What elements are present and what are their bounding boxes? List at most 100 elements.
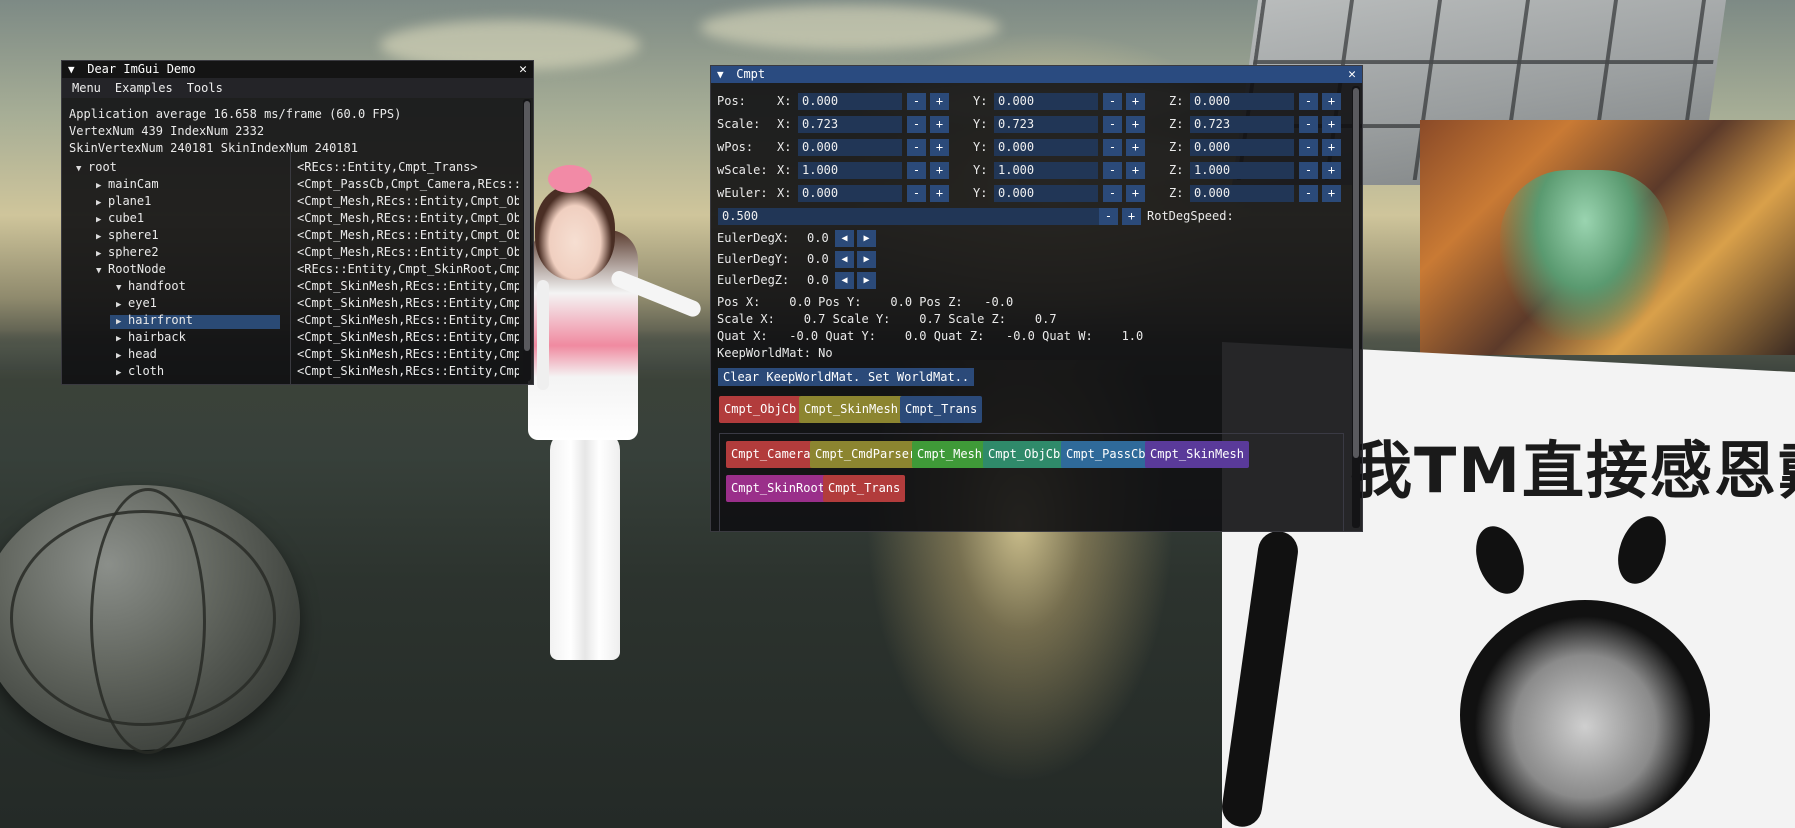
- weuler-y-minus-button[interactable]: -: [1103, 185, 1122, 202]
- collapse-arrow-icon[interactable]: ▼: [68, 61, 80, 78]
- close-icon[interactable]: ✕: [1348, 66, 1356, 83]
- column-divider[interactable]: [290, 141, 291, 384]
- tree-node-hairback[interactable]: ▶ hairback: [116, 330, 186, 344]
- tree-node-rootnode[interactable]: ▼ RootNode: [96, 262, 166, 276]
- scale-x-plus-button[interactable]: +: [930, 116, 949, 133]
- tree-collapsed-icon[interactable]: ▶: [96, 198, 108, 208]
- tree-node-maincam[interactable]: ▶ mainCam: [96, 177, 159, 191]
- tree-collapsed-icon[interactable]: ▶: [96, 232, 108, 242]
- weuler-x-minus-button[interactable]: -: [907, 185, 926, 202]
- pos-x-minus-button[interactable]: -: [907, 93, 926, 110]
- weuler-z-minus-button[interactable]: -: [1299, 185, 1318, 202]
- pos-x-input[interactable]: 0.000: [798, 93, 902, 110]
- attached-cmpt-skinmesh[interactable]: Cmpt_SkinMesh: [799, 396, 903, 423]
- tree-collapsed-icon[interactable]: ▶: [116, 317, 128, 327]
- menu-item-menu[interactable]: Menu: [65, 81, 108, 95]
- pos-y-minus-button[interactable]: -: [1103, 93, 1122, 110]
- tree-collapsed-icon[interactable]: ▶: [96, 181, 108, 191]
- scale-x-input[interactable]: 0.723: [798, 116, 902, 133]
- weuler-x-plus-button[interactable]: +: [930, 185, 949, 202]
- wscale-y-plus-button[interactable]: +: [1126, 162, 1145, 179]
- euler-y-right-arrow-icon[interactable]: ▶: [857, 251, 876, 268]
- demo-titlebar[interactable]: ▼ Dear ImGui Demo ✕: [62, 61, 533, 78]
- pos-z-minus-button[interactable]: -: [1299, 93, 1318, 110]
- palette-cmpt-passcb[interactable]: Cmpt_PassCb: [1061, 441, 1151, 468]
- wpos-x-plus-button[interactable]: +: [930, 139, 949, 156]
- scale-y-input[interactable]: 0.723: [994, 116, 1098, 133]
- weuler-x-input[interactable]: 0.000: [798, 185, 902, 202]
- attached-cmpt-objcb[interactable]: Cmpt_ObjCb: [719, 396, 802, 423]
- cmpt-titlebar[interactable]: ▼ Cmpt ✕: [711, 66, 1362, 83]
- tree-node-cloth[interactable]: ▶ cloth: [116, 364, 164, 378]
- euler-z-left-arrow-icon[interactable]: ◀: [835, 272, 854, 289]
- scale-z-minus-button[interactable]: -: [1299, 116, 1318, 133]
- weuler-y-input[interactable]: 0.000: [994, 185, 1098, 202]
- wpos-z-plus-button[interactable]: +: [1322, 139, 1341, 156]
- tree-node-eye1[interactable]: ▶ eye1: [116, 296, 157, 310]
- wpos-z-minus-button[interactable]: -: [1299, 139, 1318, 156]
- scale-y-plus-button[interactable]: +: [1126, 116, 1145, 133]
- euler-z-right-arrow-icon[interactable]: ▶: [857, 272, 876, 289]
- tree-collapsed-icon[interactable]: ▶: [116, 300, 128, 310]
- tree-node-handfoot[interactable]: ▼ handfoot: [116, 279, 186, 293]
- palette-cmpt-objcb[interactable]: Cmpt_ObjCb: [983, 441, 1066, 468]
- menu-item-tools[interactable]: Tools: [180, 81, 230, 95]
- tree-expanded-icon[interactable]: ▼: [76, 164, 88, 174]
- wpos-y-input[interactable]: 0.000: [994, 139, 1098, 156]
- wscale-z-plus-button[interactable]: +: [1322, 162, 1341, 179]
- scale-x-minus-button[interactable]: -: [907, 116, 926, 133]
- wscale-y-input[interactable]: 1.000: [994, 162, 1098, 179]
- cmpt-scrollbar[interactable]: [1352, 86, 1360, 528]
- palette-cmpt-cmdparser[interactable]: Cmpt_CmdParser: [810, 441, 922, 468]
- demo-scrollbar[interactable]: [523, 99, 531, 381]
- pos-z-plus-button[interactable]: +: [1322, 93, 1341, 110]
- tree-collapsed-icon[interactable]: ▶: [116, 368, 128, 378]
- scale-z-input[interactable]: 0.723: [1190, 116, 1294, 133]
- weuler-z-plus-button[interactable]: +: [1322, 185, 1341, 202]
- weuler-y-plus-button[interactable]: +: [1126, 185, 1145, 202]
- rot-deg-speed-input[interactable]: 0.500: [718, 208, 1101, 225]
- wpos-x-minus-button[interactable]: -: [907, 139, 926, 156]
- tree-node-cube1[interactable]: ▶ cube1: [96, 211, 144, 225]
- tree-node-hairfront[interactable]: ▶ hairfront: [116, 313, 193, 327]
- tree-node-plane1[interactable]: ▶ plane1: [96, 194, 151, 208]
- pos-y-input[interactable]: 0.000: [994, 93, 1098, 110]
- tree-expanded-icon[interactable]: ▼: [96, 266, 108, 276]
- wscale-x-input[interactable]: 1.000: [798, 162, 902, 179]
- wpos-y-plus-button[interactable]: +: [1126, 139, 1145, 156]
- scale-z-plus-button[interactable]: +: [1322, 116, 1341, 133]
- menu-item-examples[interactable]: Examples: [108, 81, 180, 95]
- rot-speed-minus-button[interactable]: -: [1099, 208, 1118, 225]
- palette-cmpt-skinroot[interactable]: Cmpt_SkinRoot: [726, 475, 830, 502]
- wscale-z-minus-button[interactable]: -: [1299, 162, 1318, 179]
- tree-node-head[interactable]: ▶ head: [116, 347, 157, 361]
- wpos-z-input[interactable]: 0.000: [1190, 139, 1294, 156]
- tree-collapsed-icon[interactable]: ▶: [116, 351, 128, 361]
- palette-cmpt-skinmesh[interactable]: Cmpt_SkinMesh: [1145, 441, 1249, 468]
- collapse-arrow-icon[interactable]: ▼: [717, 66, 729, 83]
- palette-cmpt-trans[interactable]: Cmpt_Trans: [823, 475, 906, 502]
- euler-x-left-arrow-icon[interactable]: ◀: [835, 230, 854, 247]
- weuler-z-input[interactable]: 0.000: [1190, 185, 1294, 202]
- tree-node-root[interactable]: ▼ root: [76, 160, 117, 174]
- scrollbar-grab[interactable]: [524, 101, 530, 351]
- palette-cmpt-mesh[interactable]: Cmpt_Mesh: [912, 441, 988, 468]
- imgui-demo-window[interactable]: ▼ Dear ImGui Demo ✕ Menu Examples Tools …: [61, 60, 534, 385]
- pos-x-plus-button[interactable]: +: [930, 93, 949, 110]
- tree-collapsed-icon[interactable]: ▶: [116, 334, 128, 344]
- wpos-x-input[interactable]: 0.000: [798, 139, 902, 156]
- scale-y-minus-button[interactable]: -: [1103, 116, 1122, 133]
- palette-cmpt-camera[interactable]: Cmpt_Camera: [726, 441, 816, 468]
- wscale-z-input[interactable]: 1.000: [1190, 162, 1294, 179]
- tree-collapsed-icon[interactable]: ▶: [96, 215, 108, 225]
- pos-y-plus-button[interactable]: +: [1126, 93, 1145, 110]
- attached-cmpt-trans[interactable]: Cmpt_Trans: [900, 396, 983, 423]
- pos-z-input[interactable]: 0.000: [1190, 93, 1294, 110]
- wscale-x-minus-button[interactable]: -: [907, 162, 926, 179]
- tree-collapsed-icon[interactable]: ▶: [96, 249, 108, 259]
- cmpt-window[interactable]: ▼ Cmpt ✕ Pos: X: 0.000 - + Y: 0.000 - + …: [710, 65, 1363, 532]
- euler-y-left-arrow-icon[interactable]: ◀: [835, 251, 854, 268]
- rot-speed-plus-button[interactable]: +: [1122, 208, 1141, 225]
- tree-node-sphere1[interactable]: ▶ sphere1: [96, 228, 159, 242]
- wscale-x-plus-button[interactable]: +: [930, 162, 949, 179]
